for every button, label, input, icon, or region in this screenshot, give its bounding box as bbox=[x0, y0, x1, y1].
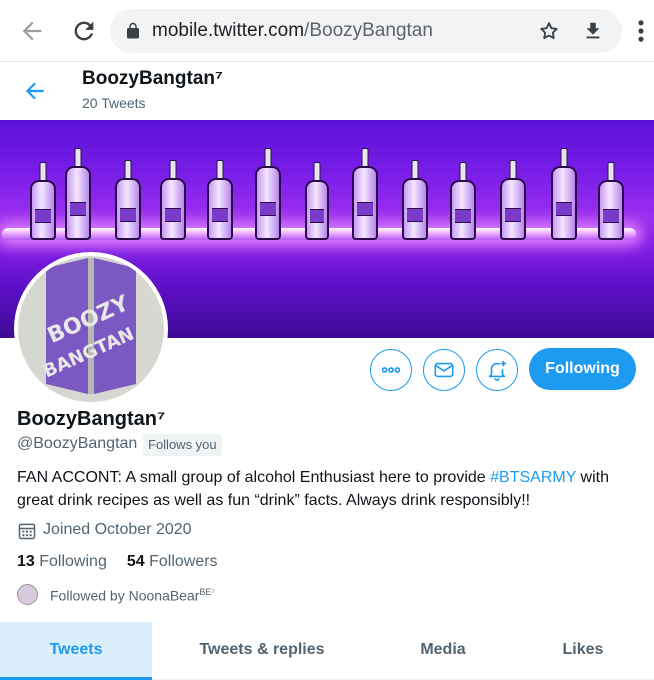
header-tweet-count: 20 Tweets bbox=[82, 95, 146, 111]
url-text[interactable]: mobile.twitter.com/BoozyBangtan bbox=[152, 20, 433, 42]
following-button[interactable]: Following bbox=[529, 348, 636, 390]
more-vert-icon[interactable] bbox=[634, 17, 648, 45]
banner-bottle bbox=[402, 160, 428, 240]
followed-by-name: NoonaBear bbox=[128, 587, 200, 604]
profile-avatar[interactable]: BOOZY BANGTAN bbox=[14, 252, 168, 406]
download-icon[interactable] bbox=[582, 20, 604, 42]
follows-you-badge: Follows you bbox=[143, 434, 222, 456]
following-label: Following bbox=[39, 553, 107, 570]
avatar-image: BOOZY BANGTAN bbox=[18, 256, 164, 402]
tab-tweets-replies[interactable]: Tweets & replies bbox=[172, 622, 352, 680]
more-horizontal-icon bbox=[381, 367, 401, 373]
star-icon[interactable] bbox=[538, 20, 560, 42]
url-host: mobile.twitter.com bbox=[152, 20, 305, 41]
message-button[interactable] bbox=[423, 349, 465, 391]
followed-by-sup: BE⁷ bbox=[199, 587, 215, 597]
followers-link[interactable]: 54 Followers bbox=[127, 553, 218, 570]
notifications-button[interactable] bbox=[476, 349, 518, 391]
banner-bottle bbox=[598, 162, 624, 240]
joined-text: Joined October 2020 bbox=[43, 521, 192, 538]
back-arrow-icon[interactable] bbox=[18, 17, 46, 45]
bio-hashtag-link[interactable]: #BTSARMY bbox=[490, 469, 576, 486]
bio-text: FAN ACCONT: A small group of alcohol Ent… bbox=[17, 469, 491, 486]
banner-bottle bbox=[500, 160, 526, 240]
banner-bottle bbox=[352, 148, 378, 240]
lock-icon bbox=[127, 22, 139, 39]
tab-tweets[interactable]: Tweets bbox=[0, 622, 152, 680]
banner-bottle bbox=[65, 148, 91, 240]
follow-stats: 13 Following 54 Followers bbox=[17, 553, 218, 571]
more-options-button[interactable] bbox=[370, 349, 412, 391]
back-arrow-icon[interactable] bbox=[22, 78, 48, 104]
following-count: 13 bbox=[17, 553, 35, 570]
banner-bottle bbox=[207, 160, 233, 240]
following-link[interactable]: 13 Following bbox=[17, 553, 107, 570]
reload-icon[interactable] bbox=[70, 17, 98, 45]
tab-likes[interactable]: Likes bbox=[520, 622, 646, 680]
browser-toolbar: mobile.twitter.com/BoozyBangtan bbox=[0, 0, 654, 62]
calendar-icon bbox=[18, 523, 36, 540]
mail-icon bbox=[434, 362, 454, 378]
address-bar[interactable]: mobile.twitter.com/BoozyBangtan bbox=[110, 9, 622, 53]
banner-bottle bbox=[160, 160, 186, 240]
profile-tabs: Tweets Tweets & replies Media Likes bbox=[0, 622, 654, 680]
avatar-logo: BOOZY BANGTAN bbox=[40, 258, 137, 394]
followed-by-prefix: Followed by bbox=[50, 587, 129, 604]
url-path: /BoozyBangtan bbox=[304, 20, 433, 41]
banner-bottle bbox=[255, 148, 281, 240]
banner-bottle bbox=[115, 160, 141, 240]
profile-header-bar: BoozyBangtan⁷ 20 Tweets bbox=[0, 62, 654, 120]
header-profile-name: BoozyBangtan⁷ bbox=[82, 68, 223, 89]
bell-plus-icon bbox=[488, 360, 507, 381]
followers-label: Followers bbox=[149, 553, 218, 570]
profile-name: BoozyBangtan⁷ bbox=[17, 408, 166, 430]
tab-media[interactable]: Media bbox=[380, 622, 506, 680]
banner-bottle bbox=[551, 148, 577, 240]
banner-bottle bbox=[450, 162, 476, 240]
banner-bottle bbox=[305, 162, 329, 240]
followers-count: 54 bbox=[126, 553, 145, 570]
profile-handle: @BoozyBangtan bbox=[17, 435, 138, 452]
banner-bottle bbox=[30, 162, 56, 240]
profile-bio: FAN ACCONT: A small group of alcohol Ent… bbox=[17, 466, 637, 512]
follower-avatar bbox=[17, 584, 38, 605]
